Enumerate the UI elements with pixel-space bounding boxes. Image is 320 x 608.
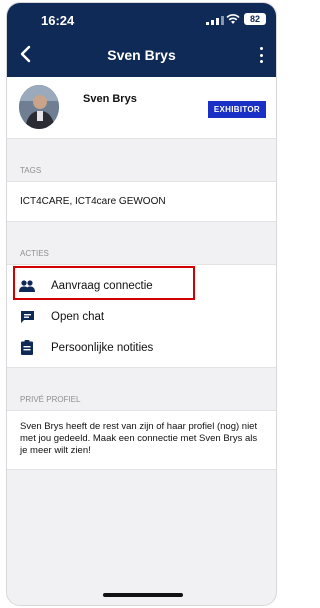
profile-card: Sven Brys EXHIBITOR — [7, 77, 276, 139]
actions-section-label: ACTIES — [20, 249, 49, 258]
private-profile-section-label: PRIVÉ PROFIEL — [20, 395, 81, 404]
actions-card: Aanvraag connectie Open chat Persoonlijk… — [7, 264, 276, 368]
page-title: Sven Brys — [107, 47, 176, 63]
home-indicator[interactable] — [103, 593, 183, 597]
more-options-icon[interactable] — [254, 45, 268, 65]
notes-icon — [19, 340, 35, 356]
action-label: Persoonlijke notities — [51, 341, 154, 354]
tags-value: ICT4CARE, ICT4care GEWOON — [20, 196, 166, 207]
people-icon — [19, 278, 35, 294]
action-label: Aanvraag connectie — [51, 279, 153, 292]
private-profile-card: Sven Brys heeft de rest van zijn of haar… — [7, 410, 276, 470]
battery-icon: 82 — [244, 13, 266, 25]
profile-name: Sven Brys — [83, 93, 137, 105]
exhibitor-badge: EXHIBITOR — [207, 101, 266, 118]
action-label: Open chat — [51, 310, 105, 323]
nav-bar: Sven Brys — [7, 39, 276, 71]
request-connection-action[interactable]: Aanvraag connectie — [7, 270, 276, 301]
avatar — [19, 85, 59, 129]
chat-icon — [19, 309, 35, 325]
status-time: 16:24 — [41, 13, 75, 28]
header: 16:24 82 Sven Brys — [7, 3, 276, 77]
wifi-icon — [226, 14, 240, 24]
tags-section-label: TAGS — [20, 166, 42, 175]
signal-icon — [206, 16, 224, 25]
tags-card: ICT4CARE, ICT4care GEWOON — [7, 181, 276, 222]
personal-notes-action[interactable]: Persoonlijke notities — [7, 332, 276, 363]
private-profile-message: Sven Brys heeft de rest van zijn of haar… — [20, 421, 258, 456]
phone-screen: 16:24 82 Sven Brys Sven Brys EXHIBITOR T… — [6, 2, 277, 606]
open-chat-action[interactable]: Open chat — [7, 301, 276, 332]
status-bar: 16:24 82 — [7, 3, 276, 37]
